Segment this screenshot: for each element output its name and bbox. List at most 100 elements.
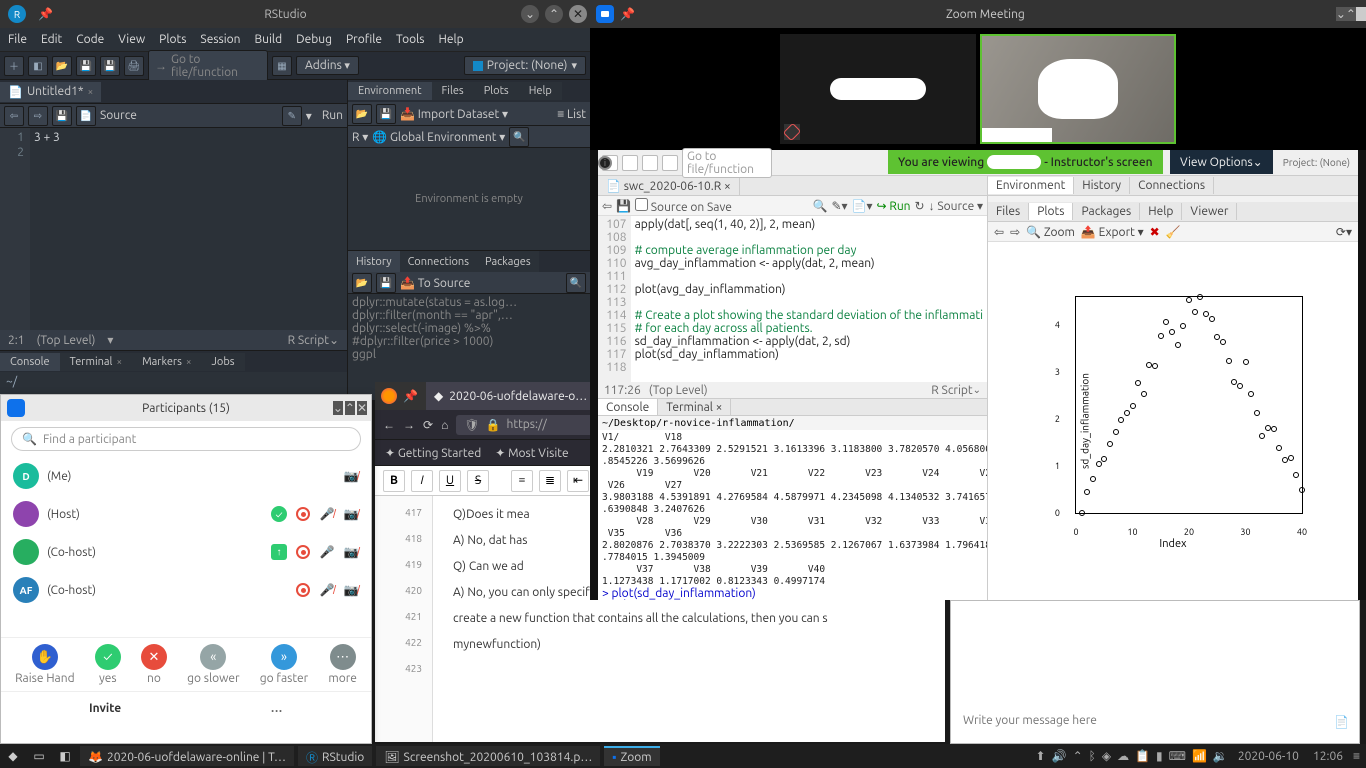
pager-button[interactable]: ◧	[54, 746, 76, 766]
menu-edit[interactable]: Edit	[41, 33, 62, 46]
action-yes[interactable]: ✓yes	[95, 644, 121, 685]
tab-environment[interactable]: Environment	[348, 82, 432, 100]
tray-menu-icon[interactable]: ≡	[1353, 749, 1360, 763]
list-button[interactable]: ≡ List	[557, 107, 586, 121]
close-tab-button[interactable]: ×	[88, 86, 94, 97]
menu-file[interactable]: File	[8, 33, 27, 46]
source-on-save-checkbox[interactable]	[635, 198, 648, 211]
browser-tab[interactable]: ◆ 2020-06-uofdelaware-o… ×	[426, 382, 612, 410]
taskbar-item[interactable]: ⓇRStudio	[298, 746, 372, 766]
open-button[interactable]	[622, 155, 638, 171]
global-env-button[interactable]: 🌐 Global Environment ▾	[372, 130, 505, 144]
save-button[interactable]: 💾	[76, 56, 96, 76]
run-button[interactable]: ↪ Run	[877, 199, 911, 213]
taskbar-time[interactable]: 12:06	[1309, 750, 1347, 763]
pin-icon[interactable]: 📌	[620, 7, 635, 21]
maximize-button[interactable]: ⌃	[1346, 7, 1356, 21]
more-button[interactable]: ...	[271, 702, 283, 715]
action-faster[interactable]: »go faster	[260, 644, 308, 685]
import-dataset-button[interactable]: 📥 Import Dataset ▾	[400, 107, 508, 121]
underline-button[interactable]: U	[439, 470, 461, 492]
action-more[interactable]: ⋯more	[328, 644, 357, 685]
tab-packages[interactable]: Packages	[1073, 203, 1140, 220]
new-project-button[interactable]: ◧	[28, 56, 48, 76]
refresh-plot-button[interactable]: ⟳▾	[1336, 225, 1352, 239]
menu-profile[interactable]: Profile	[346, 33, 382, 46]
open-button[interactable]: 📂	[52, 56, 72, 76]
menu-view[interactable]: View	[118, 33, 145, 46]
tray-network-icon[interactable]: 📶	[1192, 749, 1207, 763]
tray-battery-icon[interactable]: ▮	[1156, 749, 1163, 763]
run-button[interactable]: Run	[322, 109, 343, 122]
remove-plot-button[interactable]: ✖	[1150, 225, 1160, 239]
taskbar-item[interactable]: ▪Zoom	[604, 746, 659, 766]
shared-code-editor[interactable]: 107108109110111112113114115116117118 app…	[598, 216, 987, 382]
participant-thumbnail[interactable]	[780, 34, 976, 144]
wand-button[interactable]: ✎	[282, 106, 302, 126]
participant-row[interactable]: (Co-host)↑🎤📷̸	[1, 533, 371, 571]
to-source-button[interactable]: 📤 To Source	[400, 276, 470, 290]
export-button[interactable]: 📤 Export ▾	[1081, 225, 1144, 239]
tray-keyboard-icon[interactable]: ⌨	[1169, 749, 1186, 763]
tab-help[interactable]: Help	[1140, 203, 1182, 220]
invite-button[interactable]: Invite	[89, 702, 121, 715]
search-hist-button[interactable]: 🔍	[566, 273, 586, 293]
menu-plots[interactable]: Plots	[159, 33, 186, 46]
tab-markers[interactable]: Markers ×	[132, 353, 201, 371]
close-button[interactable]: ✕	[1356, 7, 1366, 21]
tab-viewer[interactable]: Viewer	[1182, 203, 1237, 220]
search-env-button[interactable]: 🔍	[509, 127, 529, 147]
load-button[interactable]: 📂	[352, 104, 372, 124]
menu-build[interactable]: Build	[255, 33, 283, 46]
participant-search[interactable]: 🔍 Find a participant	[11, 427, 361, 451]
plot-back-button[interactable]: ⇦	[994, 225, 1004, 239]
maximize-button[interactable]: ⌃	[345, 401, 355, 415]
nav-back-button[interactable]: ⇦	[602, 199, 612, 213]
tray-volume2-icon[interactable]: 🔉	[1213, 749, 1228, 763]
bookmark-item[interactable]: ✦ Most Visite	[495, 446, 568, 460]
taskbar-date[interactable]: 2020-06-10	[1234, 750, 1303, 763]
tray-cloud-icon[interactable]: ☁	[1117, 749, 1129, 763]
strike-button[interactable]: S	[467, 470, 489, 492]
tab-jobs[interactable]: Jobs	[201, 353, 244, 371]
tab-console[interactable]: Console	[0, 353, 60, 371]
goto-file-input[interactable]: Go to file/function	[682, 148, 772, 178]
print-button[interactable]	[662, 155, 678, 171]
save-all-button[interactable]: 💾	[100, 56, 120, 76]
chat-input[interactable]	[957, 707, 1319, 733]
forward-button[interactable]: →	[403, 418, 415, 432]
tab-terminal[interactable]: Terminal ×	[60, 353, 132, 371]
plot-fwd-button[interactable]: ⇨	[1010, 225, 1020, 239]
tab-terminal[interactable]: Terminal ×	[658, 399, 731, 415]
source-button[interactable]: ↓ Source ▾	[929, 199, 983, 213]
maximize-button[interactable]: ⌃	[545, 5, 563, 23]
report-button[interactable]: 📄▾	[852, 199, 873, 213]
action-raise[interactable]: ✋Raise Hand	[15, 644, 75, 685]
tray-bluetooth-icon[interactable]: ᛒ	[1089, 750, 1096, 763]
save-button[interactable]: 💾	[376, 104, 396, 124]
menu-tools[interactable]: Tools	[396, 33, 425, 46]
tab-plots[interactable]: Plots	[1029, 203, 1073, 220]
save-button[interactable]	[642, 155, 658, 171]
menu-session[interactable]: Session	[200, 33, 240, 46]
taskbar-item[interactable]: 🦊2020-06-uofdelaware-online | T…	[80, 746, 294, 766]
rerun-button[interactable]: ↻	[915, 199, 925, 213]
zoom-button[interactable]: 🔍 Zoom	[1026, 225, 1075, 239]
bold-button[interactable]: B	[383, 470, 405, 492]
save-button[interactable]: 💾	[52, 106, 72, 126]
menu-help[interactable]: Help	[438, 33, 463, 46]
save-button[interactable]: 💾	[616, 199, 631, 213]
show-desktop-button[interactable]: ▭	[28, 746, 50, 766]
minimize-button[interactable]: ⌄	[1336, 7, 1346, 21]
search-button[interactable]: 🔍	[813, 199, 828, 213]
menu-code[interactable]: Code	[76, 33, 104, 46]
list-ol-button[interactable]: ≡	[511, 470, 533, 492]
italic-button[interactable]: I	[411, 470, 433, 492]
tab-files[interactable]: Files	[988, 203, 1029, 220]
wand-button[interactable]: ✎▾	[831, 199, 847, 213]
list-ul-button[interactable]: ≣	[539, 470, 561, 492]
addins-menu[interactable]: Addins ▾	[296, 56, 359, 75]
action-slower[interactable]: «go slower	[187, 644, 240, 685]
info-indicator-icon[interactable]	[598, 156, 612, 170]
tray-clipboard-icon[interactable]: 📋	[1135, 749, 1150, 763]
